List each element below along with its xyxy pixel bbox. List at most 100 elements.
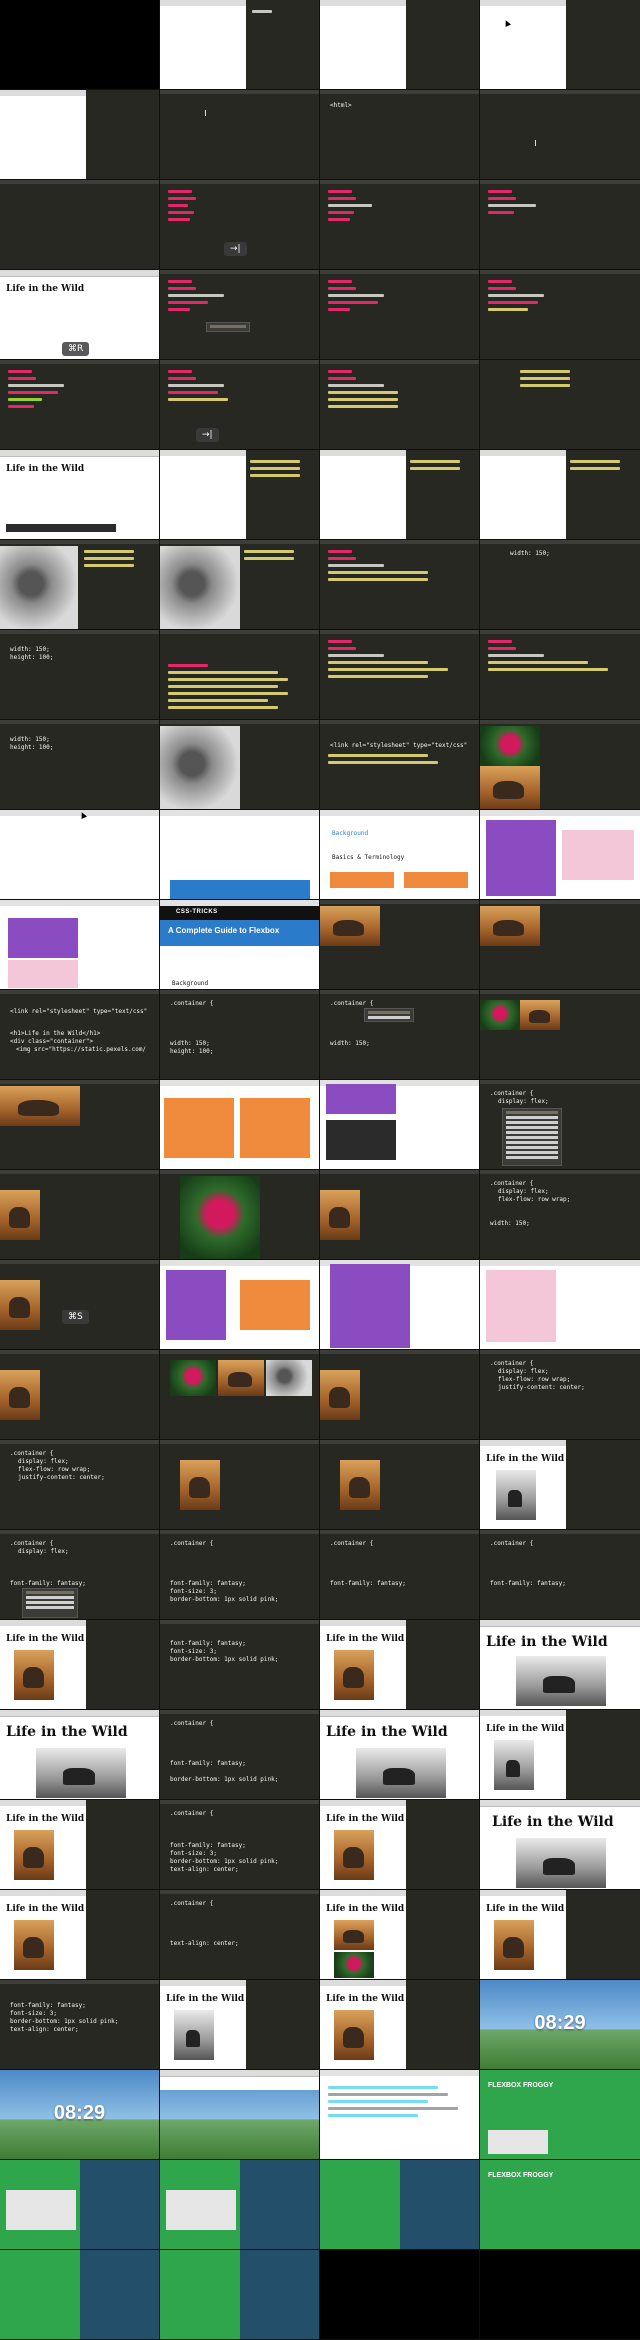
- keystroke-overlay: ⌘R: [62, 342, 90, 356]
- frame-editor-html: →|: [160, 360, 320, 450]
- frame-flexbox-froggy: [320, 2160, 480, 2250]
- autocomplete-popup[interactable]: [364, 1008, 414, 1022]
- code-sample: [326, 1120, 396, 1160]
- code-snippet: font-family: fantasy;: [10, 1580, 86, 1587]
- frame-flexbox-froggy: [160, 2160, 320, 2250]
- frame-editor-css: font-family: fantasy; font-size: 3; bord…: [0, 1980, 160, 2070]
- frame-browser-title: Life in the Wild: [480, 1710, 640, 1800]
- frame-browser-photo: [160, 540, 320, 630]
- tree-photo: [160, 546, 240, 629]
- code-snippet: border-bottom: 1px solid pink;: [170, 1776, 279, 1783]
- frame-editor-css: .container { width: 150;: [320, 990, 480, 1080]
- frame-editor-browser: [320, 450, 480, 540]
- info-box: [486, 1270, 556, 1342]
- frame-browser-title: Life in the Wild: [0, 1800, 160, 1890]
- row-17: .container { display: flex; flex-flow: r…: [0, 1440, 640, 1530]
- code-snippet: height: 100;: [170, 1048, 214, 1055]
- code-lines: [328, 2086, 473, 2121]
- page-heading: Life in the Wild: [326, 1994, 405, 2004]
- frame-editor-css: .container { display: flex; flex-flow: r…: [0, 1440, 160, 1530]
- code-snippet: display: flex;: [498, 1368, 549, 1375]
- frame-editor-html: [480, 270, 640, 360]
- tooltip: [6, 524, 116, 532]
- bw-photo: [356, 1748, 446, 1798]
- elephant-photo: [0, 1086, 80, 1126]
- elephant-photo: [480, 906, 540, 946]
- bw-photo: [516, 1838, 606, 1888]
- guide-title: A Complete Guide to Flexbox: [168, 926, 280, 935]
- frame-site-results: [320, 2070, 480, 2160]
- frame-editor-browser: [0, 90, 160, 180]
- code-lines: [328, 754, 473, 768]
- browser-pane: [320, 0, 406, 89]
- frame-browser-title: Life in the Wild: [0, 1890, 160, 1980]
- frame-flexbox-froggy: FLEXBOX FROGGY: [480, 2070, 640, 2160]
- frame-desktop-clock: 08:29: [0, 2070, 160, 2160]
- row-19: Life in the Wild font-family: fantasy; f…: [0, 1620, 640, 1710]
- code-snippet: .container {: [490, 1090, 534, 1097]
- frame-browser-photo: [320, 1440, 480, 1530]
- frame-browser-title: Life in the Wild: [480, 1800, 640, 1890]
- pond: [400, 2160, 479, 2249]
- code-input-box[interactable]: [166, 2190, 236, 2230]
- flex-diagram: [326, 1084, 396, 1114]
- page-heading: Life in the Wild: [6, 464, 85, 474]
- frame-browser-title: Life in the Wild: [480, 1620, 640, 1710]
- elephant-photo: [0, 1370, 40, 1420]
- frame-site-search: [0, 810, 160, 900]
- code-snippet: height: 100;: [10, 744, 54, 751]
- autocomplete-popup[interactable]: [502, 1108, 562, 1166]
- code-input-box[interactable]: [488, 2130, 548, 2154]
- tree-photo: [266, 1360, 312, 1396]
- info-box: [8, 960, 78, 988]
- autocomplete-popup[interactable]: [206, 322, 250, 332]
- browser-bar: [160, 2070, 319, 2090]
- page-heading: Life in the Wild: [486, 1724, 565, 1734]
- elephant-photo: [14, 1650, 54, 1700]
- game-title: FLEXBOX FROGGY: [488, 2082, 554, 2089]
- frame-flexbox-froggy: FLEXBOX FROGGY: [480, 2160, 640, 2250]
- code-lines: [168, 664, 313, 713]
- code-snippet: justify-content: center;: [498, 1384, 585, 1391]
- code-lines: [168, 280, 313, 315]
- flower-photo: [170, 1360, 216, 1396]
- site-logo: CSS-TRICKS: [176, 909, 218, 915]
- elephant-photo: [520, 1000, 560, 1030]
- code-input-box[interactable]: [6, 2190, 76, 2230]
- frame-browser-title: Life in the Wild ⌘R: [0, 270, 160, 360]
- code-snippet: border-bottom: 1px solid pink;: [170, 1596, 279, 1603]
- clock-readout: 08:29: [53, 2102, 106, 2124]
- code-snippet: font-family: fantasy;: [170, 1580, 246, 1587]
- row-25: FLEXBOX FROGGY: [0, 2160, 640, 2250]
- code-snippet: text-align: center;: [170, 1866, 239, 1873]
- frame-guide-diagram: [480, 810, 640, 900]
- code-snippet: width: 150;: [10, 646, 50, 653]
- frame-editor-css: .container { display: flex; flex-flow: r…: [480, 1170, 640, 1260]
- code-lines: [328, 370, 473, 412]
- code-snippet: font-size: 3;: [170, 1850, 217, 1857]
- frame-browser-title: Life in the Wild: [320, 1710, 480, 1800]
- row-9: width: 150; height: 100; <link rel="styl…: [0, 720, 640, 810]
- pond: [240, 2250, 319, 2339]
- frame-browser-photo: [480, 900, 640, 990]
- elephant-photo: [0, 1190, 40, 1240]
- frame-browser-title: Life in the Wild: [480, 1890, 640, 1980]
- elephant-photo: [14, 1920, 54, 1970]
- video-contact-sheet: <html> →| Life in the Wild ⌘R →| Life in…: [0, 0, 640, 2340]
- code-snippet: font-size: 3;: [10, 2010, 57, 2017]
- frame-editor-css: .container { display: flex; font-family:…: [0, 1530, 160, 1620]
- elephant-photo: [494, 1920, 534, 1970]
- code-lines: [520, 370, 634, 391]
- autocomplete-popup[interactable]: [22, 1588, 78, 1618]
- code-snippet: .container {: [490, 1180, 534, 1187]
- frame-editor-css: .container { font-family: fantasy; font-…: [160, 1530, 320, 1620]
- page-heading: Life in the Wild: [6, 1724, 128, 1740]
- code-snippet: text-align: center;: [170, 1940, 239, 1947]
- frame-editor-html: [320, 180, 480, 270]
- frame-editor-css: .container { text-align: center;: [160, 1890, 320, 1980]
- code-lines: [570, 460, 634, 474]
- tree-photo: [0, 546, 78, 629]
- code-snippet: font-family: fantasy;: [170, 1842, 246, 1849]
- code-snippet: font-size: 3;: [170, 1648, 217, 1655]
- code-snippet: .container {: [10, 1450, 54, 1457]
